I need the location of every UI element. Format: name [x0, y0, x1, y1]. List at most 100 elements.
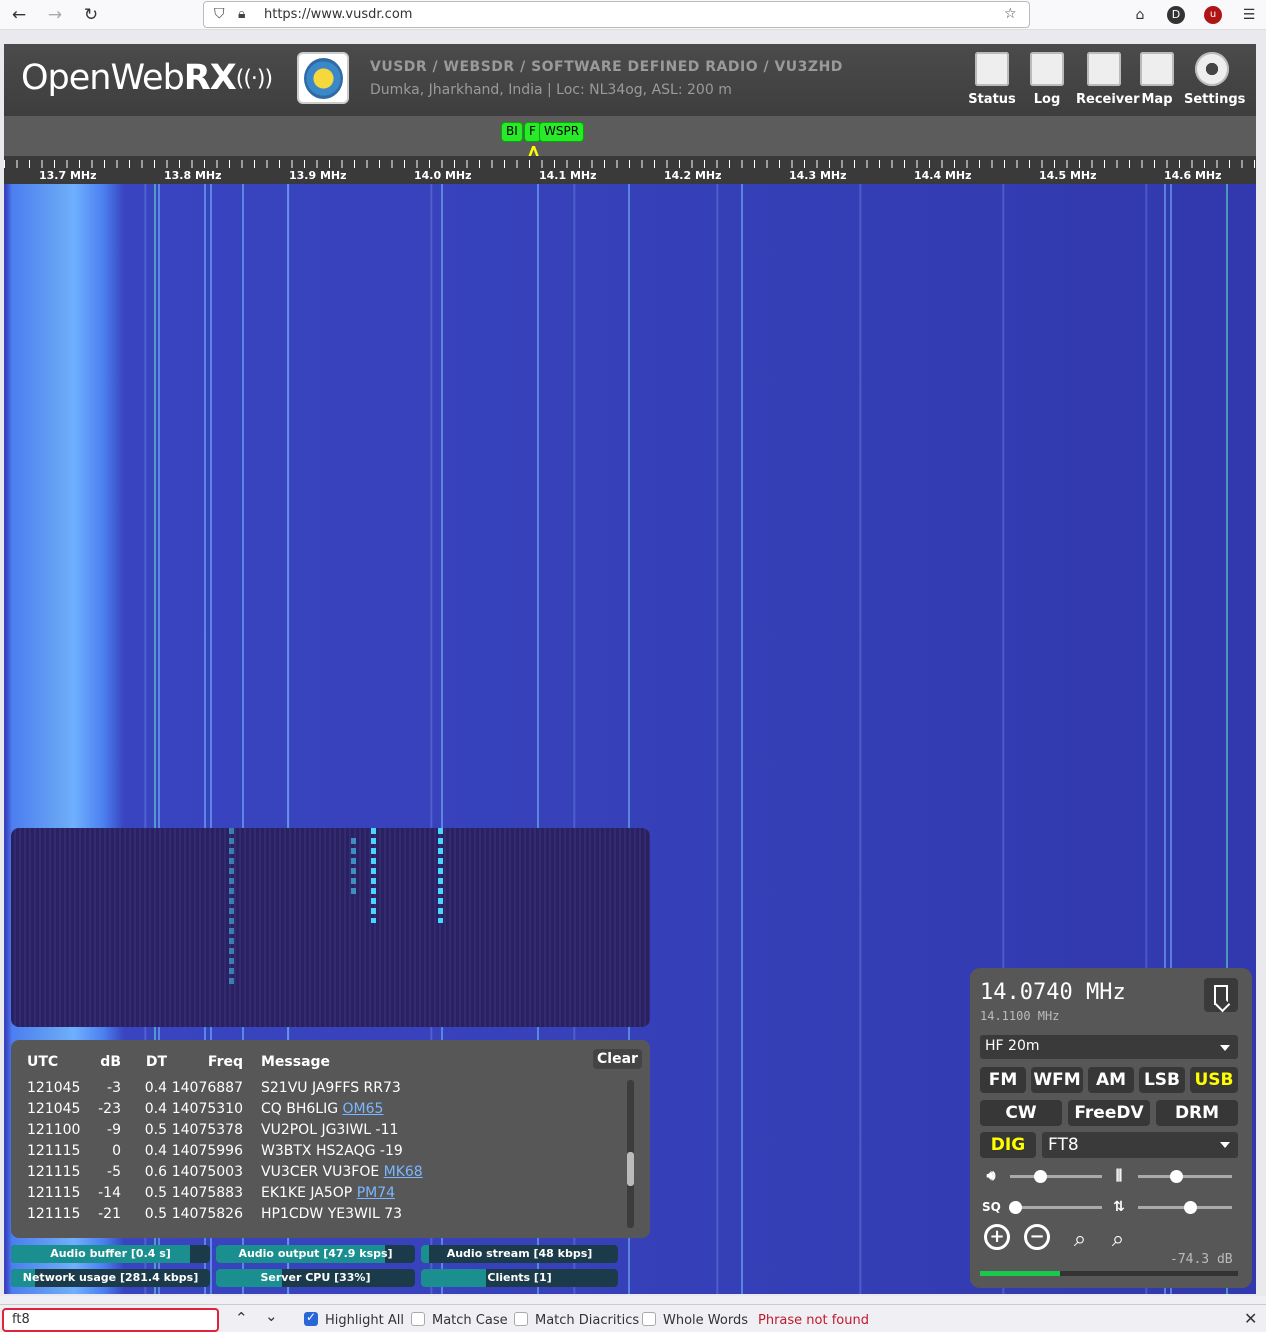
mode-am-button[interactable]: AM [1088, 1067, 1134, 1093]
row-dt: 0.5 [144, 1206, 167, 1222]
match-diacritics-label[interactable]: Match Diacritics [535, 1313, 639, 1328]
map-button[interactable]: Map [1129, 52, 1185, 107]
whole-words-checkbox[interactable] [642, 1312, 656, 1326]
mode-lsb-button[interactable]: LSB [1139, 1067, 1185, 1093]
squelch-icon[interactable]: SQ [982, 1198, 1001, 1216]
decoder-scroll-thumb[interactable] [627, 1152, 634, 1186]
zoom-reset-icon[interactable]: ⌕ [1102, 1224, 1134, 1256]
find-input[interactable]: ft8 [2, 1308, 219, 1332]
close-icon[interactable]: ✕ [1244, 1309, 1257, 1328]
mode-dig-button[interactable]: DIG [980, 1132, 1036, 1158]
row-message: HP1CDW YE3WIL 73 [261, 1206, 402, 1222]
clear-button[interactable]: Clear [593, 1049, 642, 1069]
match-diacritics-checkbox[interactable] [514, 1312, 528, 1326]
mode-usb-button[interactable]: USB [1190, 1067, 1238, 1093]
find-next-icon[interactable]: ⌄ [265, 1307, 278, 1325]
mode-freedv-button[interactable]: FreeDV [1068, 1100, 1150, 1126]
mode-drm-button[interactable]: DRM [1156, 1100, 1238, 1126]
frequency-display[interactable]: 14.0740 MHz [980, 980, 1126, 1005]
noise-reduction-icon[interactable]: ⫼ [1110, 1167, 1128, 1185]
locator-link[interactable]: MK68 [384, 1164, 423, 1180]
find-previous-icon[interactable]: ⌃ [235, 1309, 248, 1327]
back-arrow-icon[interactable]: ← [8, 4, 30, 26]
log-icon [1030, 52, 1064, 86]
agc-icon[interactable]: ⇅ [1110, 1198, 1128, 1216]
scale-label: 14.2 MHz [664, 169, 722, 182]
secondary-waterfall[interactable] [11, 828, 650, 1027]
highlight-all-checkbox[interactable] [304, 1310, 318, 1326]
receiver-button[interactable]: Receiver [1076, 52, 1140, 107]
agc-slider[interactable] [1138, 1201, 1232, 1214]
highlight-all-label[interactable]: Highlight All [325, 1313, 404, 1328]
band-select[interactable]: HF 20m [980, 1035, 1238, 1059]
offset-frequency-display: 14.1100 MHz [980, 1009, 1060, 1023]
digital-mode-select[interactable]: FT8 [1042, 1132, 1238, 1158]
bookmark-bi[interactable]: BI [501, 122, 523, 142]
hamburger-menu-icon[interactable]: ☰ [1239, 5, 1259, 25]
ft8-signal [371, 828, 376, 923]
scale-label: 13.8 MHz [164, 169, 222, 182]
match-case-checkbox[interactable] [411, 1312, 425, 1326]
openwebrx-logo[interactable]: OpenWebRX((·)) [21, 58, 273, 98]
frequency-scale[interactable]: 13.7 MHz 13.8 MHz 13.9 MHz 14.0 MHz 14.1… [4, 156, 1256, 184]
volume-icon[interactable]: 🔊︎ [982, 1167, 1000, 1185]
locator-link[interactable]: OM65 [343, 1101, 384, 1117]
volume-slider[interactable] [1010, 1170, 1102, 1183]
col-message: Message [261, 1054, 331, 1070]
smeter-value: -74.3 dB [1170, 1252, 1233, 1267]
settings-button[interactable]: Settings [1184, 52, 1245, 107]
address-bar[interactable]: ⛉ 🔒︎ https://www.vusdr.com ☆ [203, 1, 1030, 28]
mode-cw-button[interactable]: CW [980, 1100, 1062, 1126]
match-case-label[interactable]: Match Case [432, 1313, 508, 1328]
row-db: -14 [98, 1185, 121, 1201]
shield-icon[interactable]: ⛉ [214, 6, 225, 22]
network-usage-bar: Network usage [281.4 kbps] [11, 1269, 210, 1287]
receiver-avatar [297, 52, 349, 104]
bookmark-bar: BI F WSPR ⋀ [4, 116, 1256, 184]
row-message: CQ BH6LIG OM65 [261, 1101, 383, 1117]
audio-output-label: Audio output [47.9 ksps] [238, 1247, 393, 1260]
lock-icon[interactable]: 🔒︎ [238, 6, 245, 22]
profile-avatar[interactable]: D [1167, 6, 1185, 24]
bookmark-star-icon[interactable]: ☆ [1004, 6, 1017, 22]
ft8-signal [351, 838, 356, 898]
reload-icon[interactable]: ↻ [80, 4, 102, 26]
locator-link[interactable]: PM74 [357, 1185, 395, 1201]
row-utc: 121100 [27, 1122, 81, 1138]
noise-reduction-slider[interactable] [1138, 1170, 1232, 1183]
squelch-knob[interactable] [1008, 1201, 1022, 1214]
audio-output-bar: Audio output [47.9 ksps] [216, 1245, 415, 1263]
log-button[interactable]: Log [1019, 52, 1075, 107]
nr-knob[interactable] [1169, 1170, 1183, 1183]
message-text: EK1KE JA5OP [261, 1185, 353, 1201]
row-dt: 0.6 [144, 1164, 167, 1180]
network-usage-label: Network usage [281.4 kbps] [22, 1271, 199, 1284]
col-dt: DT [145, 1054, 167, 1070]
volume-knob[interactable] [1034, 1170, 1048, 1183]
log-label: Log [1033, 92, 1061, 107]
row-freq: 14075310 [171, 1101, 243, 1117]
status-button[interactable]: Status [964, 52, 1020, 107]
zoom-out-icon[interactable]: − [1024, 1224, 1050, 1250]
openwebrx-app: OpenWebRX((·)) VUSDR / WEBSDR / SOFTWARE… [4, 44, 1256, 1294]
mode-fm-button[interactable]: FM [980, 1067, 1026, 1093]
whole-words-label[interactable]: Whole Words [663, 1313, 748, 1328]
squelch-slider[interactable] [1008, 1201, 1102, 1214]
bookmark-wspr[interactable]: WSPR [539, 122, 585, 142]
scale-label: 13.9 MHz [289, 169, 347, 182]
mode-wfm-button[interactable]: WFM [1031, 1067, 1083, 1093]
row-dt: 0.5 [144, 1185, 167, 1201]
zoom-in-icon[interactable]: + [984, 1224, 1010, 1250]
zoom-fit-icon[interactable]: ⌕ [1064, 1224, 1096, 1256]
url-text[interactable]: https://www.vusdr.com [264, 7, 412, 22]
agc-knob[interactable] [1183, 1201, 1197, 1214]
pocket-icon[interactable]: ⌂ [1130, 5, 1150, 25]
scale-ticks [4, 160, 1256, 168]
scale-label: 14.6 MHz [1164, 169, 1222, 182]
row-message: VU2POL JG3IWL -11 [261, 1122, 398, 1138]
decoder-list[interactable]: 121045 -3 0.4 14076887 S21VU JA9FFS RR73… [11, 1080, 631, 1230]
ublock-extension-icon[interactable]: u [1204, 6, 1222, 24]
add-bookmark-button[interactable] [1204, 978, 1238, 1012]
row-dt: 0.5 [144, 1122, 167, 1138]
forward-arrow-icon[interactable]: → [44, 4, 66, 26]
